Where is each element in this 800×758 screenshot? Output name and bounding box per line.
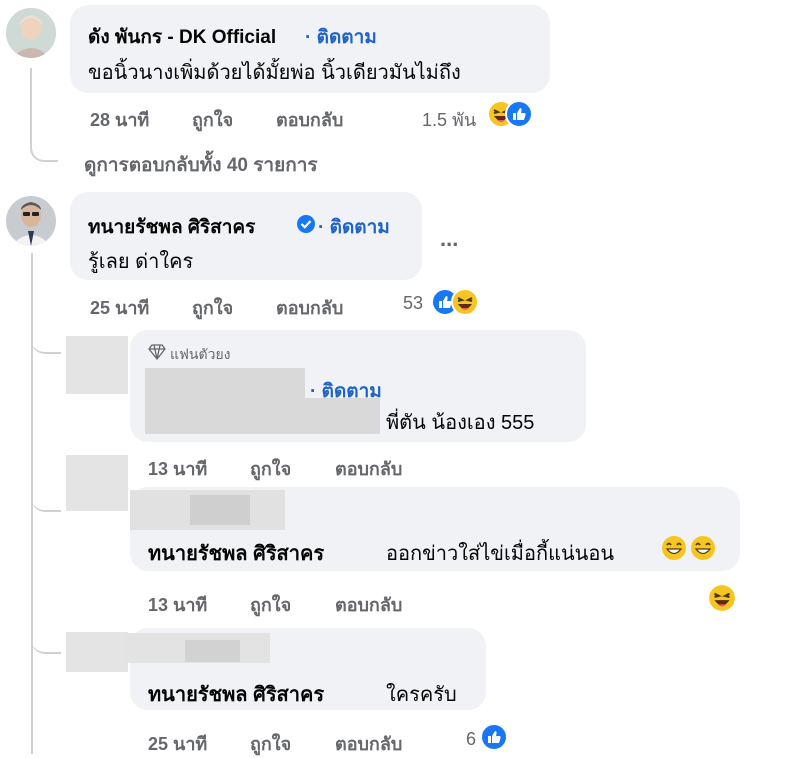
comment-author[interactable]: ดัง พันกร - DK Official [88,22,276,52]
reaction-count[interactable]: 6 [466,729,476,750]
reply-text: ออกข่าวใส่ไข่เมื่อกี้แน่นอน [386,543,615,565]
like-icon[interactable] [480,723,508,751]
avatar-image [6,8,56,58]
avatar[interactable] [66,336,128,394]
like-icon [505,100,533,128]
comment-text: ขอนิ้วนางเพิ่มด้วยได้มั้ยพ่อ นิ้วเดียวมั… [88,62,461,84]
follow-link[interactable]: · ติดตาม [305,22,377,52]
reaction-icons[interactable] [431,288,487,316]
top-fan-badge: แฟนตัวยง [170,346,231,362]
comment-time[interactable]: 28 นาที [90,105,149,134]
reply-time[interactable]: 13 นาที [148,454,207,483]
thread-branch-1 [31,322,61,354]
reply-text: ใครครับ [386,684,457,706]
like-button[interactable]: ถูกใจ [250,590,291,619]
grin-emoji-icon [662,536,686,560]
reaction-count[interactable]: 1.5 พัน [422,105,476,134]
more-options-button[interactable]: ... [440,226,458,252]
reply-button[interactable]: ตอบกลับ [335,454,402,483]
like-button[interactable]: ถูกใจ [192,105,233,134]
comment-time[interactable]: 25 นาที [90,293,149,322]
thread-line-1 [30,68,58,162]
grin-emoji-icon [691,536,715,560]
haha-icon[interactable] [707,583,737,613]
reply-button[interactable]: ตอบกลับ [276,105,343,134]
reaction-count[interactable]: 53 [403,293,423,314]
haha-icon [451,288,479,316]
blurred-badge-2 [190,495,250,525]
reply-button[interactable]: ตอบกลับ [335,590,402,619]
blurred-author-name [145,368,305,398]
grin-emoji-pair [661,535,721,563]
verified-icon [297,215,315,233]
thread-branch-2 [31,480,61,512]
blurred-text [145,398,380,434]
reaction-icons[interactable] [487,100,537,128]
avatar[interactable] [6,196,56,246]
like-button[interactable]: ถูกใจ [192,293,233,322]
avatar[interactable] [66,455,128,511]
view-replies-link[interactable]: ดูการตอบกลับทั้ง 40 รายการ [84,150,318,180]
reply-button[interactable]: ตอบกลับ [276,293,343,322]
reply-time[interactable]: 13 นาที [148,590,207,619]
avatar-image [6,196,56,246]
reply-author[interactable]: ทนายรัชพล ศิริสาคร [148,537,324,569]
thread-branch-3 [31,622,61,654]
diamond-icon [148,344,166,360]
blurred-author-name-2 [185,640,240,662]
comment-text: รู้เลย ด่าใคร [88,251,194,273]
avatar[interactable] [66,632,128,672]
reply-text: พี่ตัน น้องเอง 555 [386,412,535,434]
comment-author[interactable]: ทนายรัชพล ศิริสาคร [88,212,255,242]
avatar[interactable] [6,8,56,58]
reply-author[interactable]: ทนายรัชพล ศิริสาคร [148,678,324,710]
follow-link[interactable]: · ติดตาม [318,212,390,242]
like-button[interactable]: ถูกใจ [250,454,291,483]
